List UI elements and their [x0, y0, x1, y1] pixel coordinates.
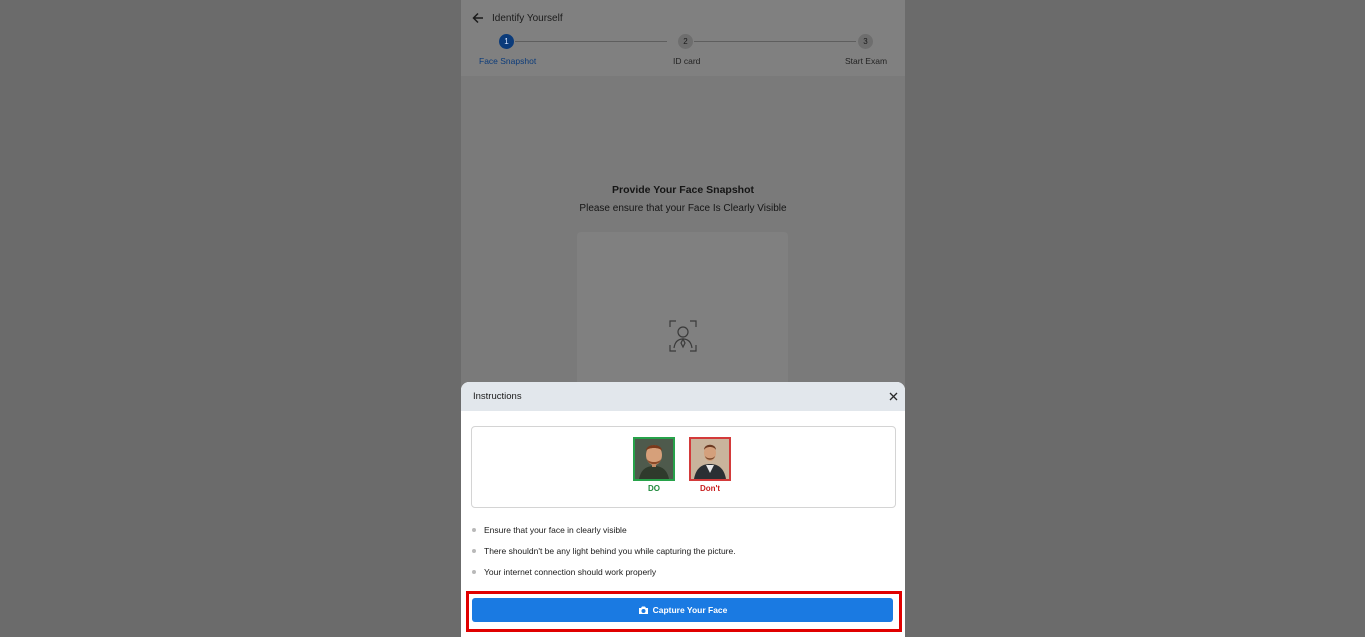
list-item: Your internet connection should work pro…	[471, 566, 736, 587]
page-title: Identify Yourself	[492, 12, 563, 24]
do-example: DO	[633, 437, 675, 493]
dont-label: Don't	[699, 484, 721, 493]
examples-panel: DO Don't	[471, 426, 896, 508]
instruction-text: Ensure that your face in clearly visible	[484, 525, 627, 535]
step-1-label: Face Snapshot	[479, 56, 537, 66]
do-label: DO	[648, 484, 660, 493]
step-3-label: Start Exam	[845, 56, 888, 66]
back-arrow-icon[interactable]	[471, 11, 485, 25]
stepper-connector	[515, 41, 667, 42]
top-bar: Identify Yourself 1 2 3 Face Snapshot ID…	[461, 0, 905, 76]
step-1-indicator: 1	[499, 34, 514, 49]
step-2-label: ID card	[673, 56, 701, 66]
face-scan-icon	[669, 320, 697, 352]
instructions-list: Ensure that your face in clearly visible…	[471, 524, 736, 587]
do-example-photo	[633, 437, 675, 481]
capture-face-button[interactable]: Capture Your Face	[472, 598, 893, 622]
bullet-icon	[472, 549, 476, 553]
instruction-text: There shouldn't be any light behind you …	[484, 546, 736, 556]
bullet-icon	[472, 528, 476, 532]
capture-face-label: Capture Your Face	[652, 605, 728, 615]
list-item: Ensure that your face in clearly visible	[471, 524, 736, 545]
camera-icon	[638, 606, 648, 614]
dont-example-photo	[689, 437, 731, 481]
stepper-connector	[694, 41, 856, 42]
bullet-icon	[472, 570, 476, 574]
close-icon[interactable]	[889, 392, 898, 401]
step-2-indicator: 2	[678, 34, 693, 49]
back-row: Identify Yourself	[471, 10, 563, 26]
snapshot-subtitle: Please ensure that your Face Is Clearly …	[579, 203, 787, 214]
list-item: There shouldn't be any light behind you …	[471, 545, 736, 566]
face-snapshot-area[interactable]	[577, 232, 788, 402]
snapshot-title: Provide Your Face Snapshot	[612, 184, 754, 196]
dont-example: Don't	[689, 437, 731, 493]
modal-header: Instructions	[461, 382, 905, 411]
instruction-text: Your internet connection should work pro…	[484, 567, 657, 577]
step-3-indicator: 3	[858, 34, 873, 49]
modal-title: Instructions	[473, 391, 522, 402]
